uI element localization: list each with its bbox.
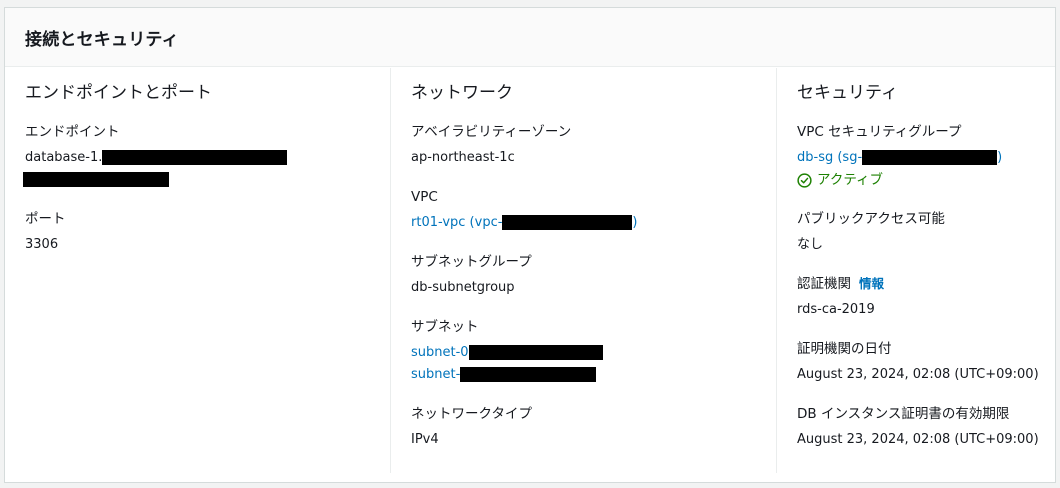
port-label: ポート <box>25 211 66 227</box>
security-group-status: アクティブ <box>797 169 1056 191</box>
security-group-field: VPC セキュリティグループ db-sg (sg-) アクティブ <box>797 122 1056 191</box>
ca-value: rds-ca-2019 <box>797 302 875 317</box>
panel-header: 接続とセキュリティ <box>5 8 1055 67</box>
subnet-label: サブネット <box>411 319 479 335</box>
vpc-label: VPC <box>411 189 438 205</box>
security-title: セキュリティ <box>797 83 898 103</box>
security-group-value: db-sg (sg-) アクティブ <box>797 147 1056 191</box>
public-access-label: パブリックアクセス可能 <box>797 211 945 227</box>
redaction-mask <box>102 150 288 165</box>
ca-date-label: 証明機関の日付 <box>797 341 892 357</box>
public-access-field: パブリックアクセス可能 なし <box>797 209 1056 256</box>
public-access-value: なし <box>797 237 824 252</box>
cert-expiry-value: August 23, 2024, 02:08 (UTC+09:00) <box>797 432 1039 447</box>
security-group-link[interactable]: db-sg (sg-) <box>797 147 1056 169</box>
ca-info-link[interactable]: 情報 <box>859 276 884 291</box>
security-group-prefix[interactable]: db-sg (sg- <box>797 150 862 165</box>
ca-field: 認証機関 情報 rds-ca-2019 <box>797 274 1056 321</box>
cert-expiry-label: DB インスタンス証明書の有効期限 <box>797 406 1010 422</box>
ca-date-field: 証明機関の日付 August 23, 2024, 02:08 (UTC+09:0… <box>797 339 1056 386</box>
ca-label: 認証機関 <box>797 276 851 292</box>
status-text: アクティブ <box>817 172 884 188</box>
subnet-link[interactable]: subnet- <box>411 364 777 386</box>
endpoint-port-column: エンドポイントとポート エンドポイント database-1. ポート 3306 <box>5 68 390 473</box>
security-group-label: VPC セキュリティグループ <box>797 124 962 140</box>
redaction-mask <box>23 172 169 187</box>
connectivity-security-panel: 接続とセキュリティ エンドポイントとポート エンドポイント database-1… <box>4 7 1056 483</box>
endpoint-field: エンドポイント database-1. <box>23 122 390 191</box>
security-group-suffix[interactable]: ) <box>997 150 1002 165</box>
subnet-group-field: サブネットグループ db-subnetgroup <box>411 252 777 299</box>
port-field: ポート 3306 <box>25 209 390 256</box>
network-title: ネットワーク <box>411 83 513 103</box>
security-column: セキュリティ VPC セキュリティグループ db-sg (sg-) アクティブ <box>776 68 1056 473</box>
subnet-link-text[interactable]: subnet- <box>411 367 460 382</box>
vpc-link[interactable]: rt01-vpc (vpc-) <box>411 212 777 234</box>
vpc-link-prefix[interactable]: rt01-vpc (vpc- <box>411 215 502 230</box>
endpoint-value: database-1. <box>23 147 390 191</box>
redaction-mask <box>468 345 603 360</box>
network-type-value: IPv4 <box>411 432 439 447</box>
port-value: 3306 <box>25 237 59 252</box>
subnet-group-label: サブネットグループ <box>411 254 532 270</box>
az-label: アベイラビリティーゾーン <box>411 124 572 140</box>
ca-label-row: 認証機関 情報 <box>797 274 1056 294</box>
redaction-mask <box>862 150 998 165</box>
az-field: アベイラビリティーゾーン ap-northeast-1c <box>411 122 777 169</box>
ca-date-value: August 23, 2024, 02:08 (UTC+09:00) <box>797 367 1039 382</box>
redaction-mask <box>502 215 633 230</box>
subnet-list: subnet-0 subnet- <box>411 342 777 386</box>
endpoint-label: エンドポイント <box>25 124 120 140</box>
panel-title: 接続とセキュリティ <box>25 29 179 50</box>
vpc-link-suffix[interactable]: ) <box>632 215 637 230</box>
az-value: ap-northeast-1c <box>411 150 515 165</box>
cert-expiry-field: DB インスタンス証明書の有効期限 August 23, 2024, 02:08… <box>797 404 1056 451</box>
check-circle-icon <box>797 172 812 188</box>
endpoint-port-title: エンドポイントとポート <box>25 83 212 103</box>
network-type-field: ネットワークタイプ IPv4 <box>411 404 777 451</box>
subnet-link-text[interactable]: subnet-0 <box>411 345 469 360</box>
vpc-field: VPC rt01-vpc (vpc-) <box>411 187 777 234</box>
endpoint-prefix: database-1. <box>25 150 103 165</box>
subnet-field: サブネット subnet-0 subnet- <box>411 317 777 386</box>
network-column: ネットワーク アベイラビリティーゾーン ap-northeast-1c VPC … <box>390 68 777 473</box>
network-type-label: ネットワークタイプ <box>411 406 532 422</box>
redaction-mask <box>460 367 597 382</box>
subnet-group-value: db-subnetgroup <box>411 280 515 295</box>
subnet-link[interactable]: subnet-0 <box>411 342 777 364</box>
